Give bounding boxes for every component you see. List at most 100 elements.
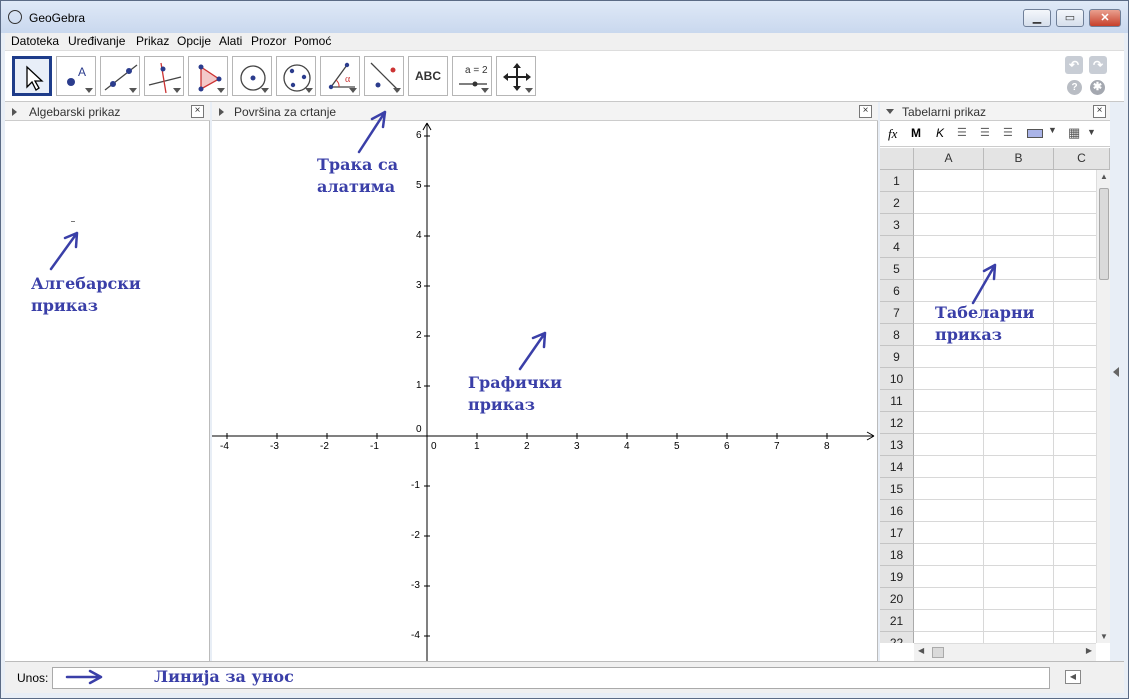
menu-view[interactable]: Prikaz xyxy=(136,34,169,48)
line-tool[interactable] xyxy=(100,56,140,96)
settings-icon[interactable]: ✱ xyxy=(1090,80,1105,95)
fx-button[interactable]: fx xyxy=(888,126,897,142)
expand-side-panel-icon[interactable] xyxy=(1113,367,1119,377)
spreadsheet-cell[interactable] xyxy=(914,390,984,412)
column-header-c[interactable]: C xyxy=(1054,148,1110,170)
spreadsheet-cell[interactable] xyxy=(1054,544,1096,566)
spreadsheet-cell[interactable] xyxy=(984,192,1054,214)
align-left-icon[interactable]: ☰ xyxy=(957,126,967,139)
spreadsheet-cell[interactable] xyxy=(1054,192,1096,214)
spreadsheet-cell[interactable] xyxy=(914,566,984,588)
spreadsheet-cell[interactable] xyxy=(914,170,984,192)
spreadsheet-cell[interactable] xyxy=(914,456,984,478)
spreadsheet-cell[interactable] xyxy=(914,544,984,566)
spreadsheet-cell[interactable] xyxy=(1054,412,1096,434)
spreadsheet-cell[interactable] xyxy=(1054,456,1096,478)
spreadsheet-cell[interactable] xyxy=(1054,302,1096,324)
perpendicular-tool[interactable] xyxy=(144,56,184,96)
close-algebra-button[interactable]: × xyxy=(191,105,204,118)
circle-tool[interactable] xyxy=(232,56,272,96)
bold-button[interactable]: M xyxy=(911,126,921,140)
spreadsheet-cell[interactable] xyxy=(984,566,1054,588)
spreadsheet-cell[interactable] xyxy=(914,192,984,214)
spreadsheet-cell[interactable] xyxy=(1054,214,1096,236)
scroll-up-icon[interactable]: ▲ xyxy=(1100,172,1108,181)
spreadsheet-cell[interactable] xyxy=(914,214,984,236)
menu-help[interactable]: Pomoć xyxy=(294,34,331,48)
minimize-button[interactable]: ▁ xyxy=(1023,9,1051,27)
spreadsheet-cell[interactable] xyxy=(984,632,1054,643)
row-header[interactable]: 5 xyxy=(880,258,914,280)
italic-button[interactable]: K xyxy=(936,126,944,140)
angle-tool[interactable]: α xyxy=(320,56,360,96)
spreadsheet-cell[interactable] xyxy=(1054,346,1096,368)
row-header[interactable]: 17 xyxy=(880,522,914,544)
scroll-right-icon[interactable]: ▶ xyxy=(1086,646,1092,655)
spreadsheet-cell[interactable] xyxy=(914,500,984,522)
spreadsheet-cell[interactable] xyxy=(984,434,1054,456)
spreadsheet-cell[interactable] xyxy=(1054,632,1096,643)
spreadsheet-cell[interactable] xyxy=(914,632,984,643)
move-tool[interactable] xyxy=(12,56,52,96)
close-graphics-button[interactable]: × xyxy=(859,105,872,118)
dropdown-arrow-icon[interactable]: ▼ xyxy=(1048,125,1057,135)
row-header[interactable]: 16 xyxy=(880,500,914,522)
spreadsheet-cell[interactable] xyxy=(984,588,1054,610)
spreadsheet-cell[interactable] xyxy=(984,280,1054,302)
row-header[interactable]: 10 xyxy=(880,368,914,390)
row-header[interactable]: 7 xyxy=(880,302,914,324)
redo-icon[interactable]: ↷ xyxy=(1089,56,1107,74)
row-header[interactable]: 15 xyxy=(880,478,914,500)
row-header[interactable]: 4 xyxy=(880,236,914,258)
align-right-icon[interactable]: ☰ xyxy=(1003,126,1013,139)
close-spreadsheet-button[interactable]: × xyxy=(1093,105,1106,118)
spreadsheet-cell[interactable] xyxy=(1054,522,1096,544)
spreadsheet-cell[interactable] xyxy=(1054,170,1096,192)
row-header[interactable]: 22 xyxy=(880,632,914,643)
spreadsheet-cell[interactable] xyxy=(914,280,984,302)
row-header[interactable]: 14 xyxy=(880,456,914,478)
spreadsheet-cell[interactable] xyxy=(914,434,984,456)
spreadsheet-cell[interactable] xyxy=(914,368,984,390)
spreadsheet-cell[interactable] xyxy=(984,610,1054,632)
row-header[interactable]: 12 xyxy=(880,412,914,434)
algebra-view[interactable] xyxy=(5,121,210,661)
input-help-button[interactable]: ◀ xyxy=(1065,670,1081,684)
slider-tool[interactable]: a = 2 xyxy=(452,56,492,96)
menu-tools[interactable]: Alati xyxy=(219,34,242,48)
polygon-tool[interactable] xyxy=(188,56,228,96)
expand-arrow-icon[interactable] xyxy=(12,108,17,116)
reflect-tool[interactable] xyxy=(364,56,404,96)
row-header[interactable]: 11 xyxy=(880,390,914,412)
scroll-down-icon[interactable]: ▼ xyxy=(1100,632,1108,641)
spreadsheet-cell[interactable] xyxy=(984,346,1054,368)
maximize-button[interactable]: ▭ xyxy=(1056,9,1084,27)
align-center-icon[interactable]: ☰ xyxy=(980,126,990,139)
spreadsheet-cell[interactable] xyxy=(1054,434,1096,456)
spreadsheet-cell[interactable] xyxy=(1054,478,1096,500)
spreadsheet-cell[interactable] xyxy=(984,522,1054,544)
row-header[interactable]: 9 xyxy=(880,346,914,368)
scroll-thumb[interactable] xyxy=(932,647,944,658)
menu-edit[interactable]: Uređivanje xyxy=(68,34,125,48)
scroll-thumb[interactable] xyxy=(1099,188,1109,280)
spreadsheet-view[interactable]: fx M K ☰ ☰ ☰ ▼ ▦ ▼ A B C 1 2 3 4 5 6 7 8 9 10 11 12… xyxy=(880,121,1110,661)
help-icon[interactable]: ? xyxy=(1067,80,1082,95)
spreadsheet-cell[interactable] xyxy=(1054,236,1096,258)
spreadsheet-cell[interactable] xyxy=(984,214,1054,236)
row-header[interactable]: 21 xyxy=(880,610,914,632)
spreadsheet-cell[interactable] xyxy=(1054,324,1096,346)
spreadsheet-cell[interactable] xyxy=(1054,280,1096,302)
spreadsheet-cell[interactable] xyxy=(1054,588,1096,610)
spreadsheet-cell[interactable] xyxy=(914,412,984,434)
row-header[interactable]: 1 xyxy=(880,170,914,192)
spreadsheet-cell[interactable] xyxy=(914,478,984,500)
row-header[interactable]: 2 xyxy=(880,192,914,214)
border-icon[interactable]: ▦ xyxy=(1068,125,1080,141)
column-header-b[interactable]: B xyxy=(984,148,1054,170)
spreadsheet-cell[interactable] xyxy=(984,368,1054,390)
spreadsheet-cell[interactable] xyxy=(1054,500,1096,522)
spreadsheet-cell[interactable] xyxy=(1054,610,1096,632)
menu-options[interactable]: Opcije xyxy=(177,34,211,48)
spreadsheet-cell[interactable] xyxy=(914,588,984,610)
